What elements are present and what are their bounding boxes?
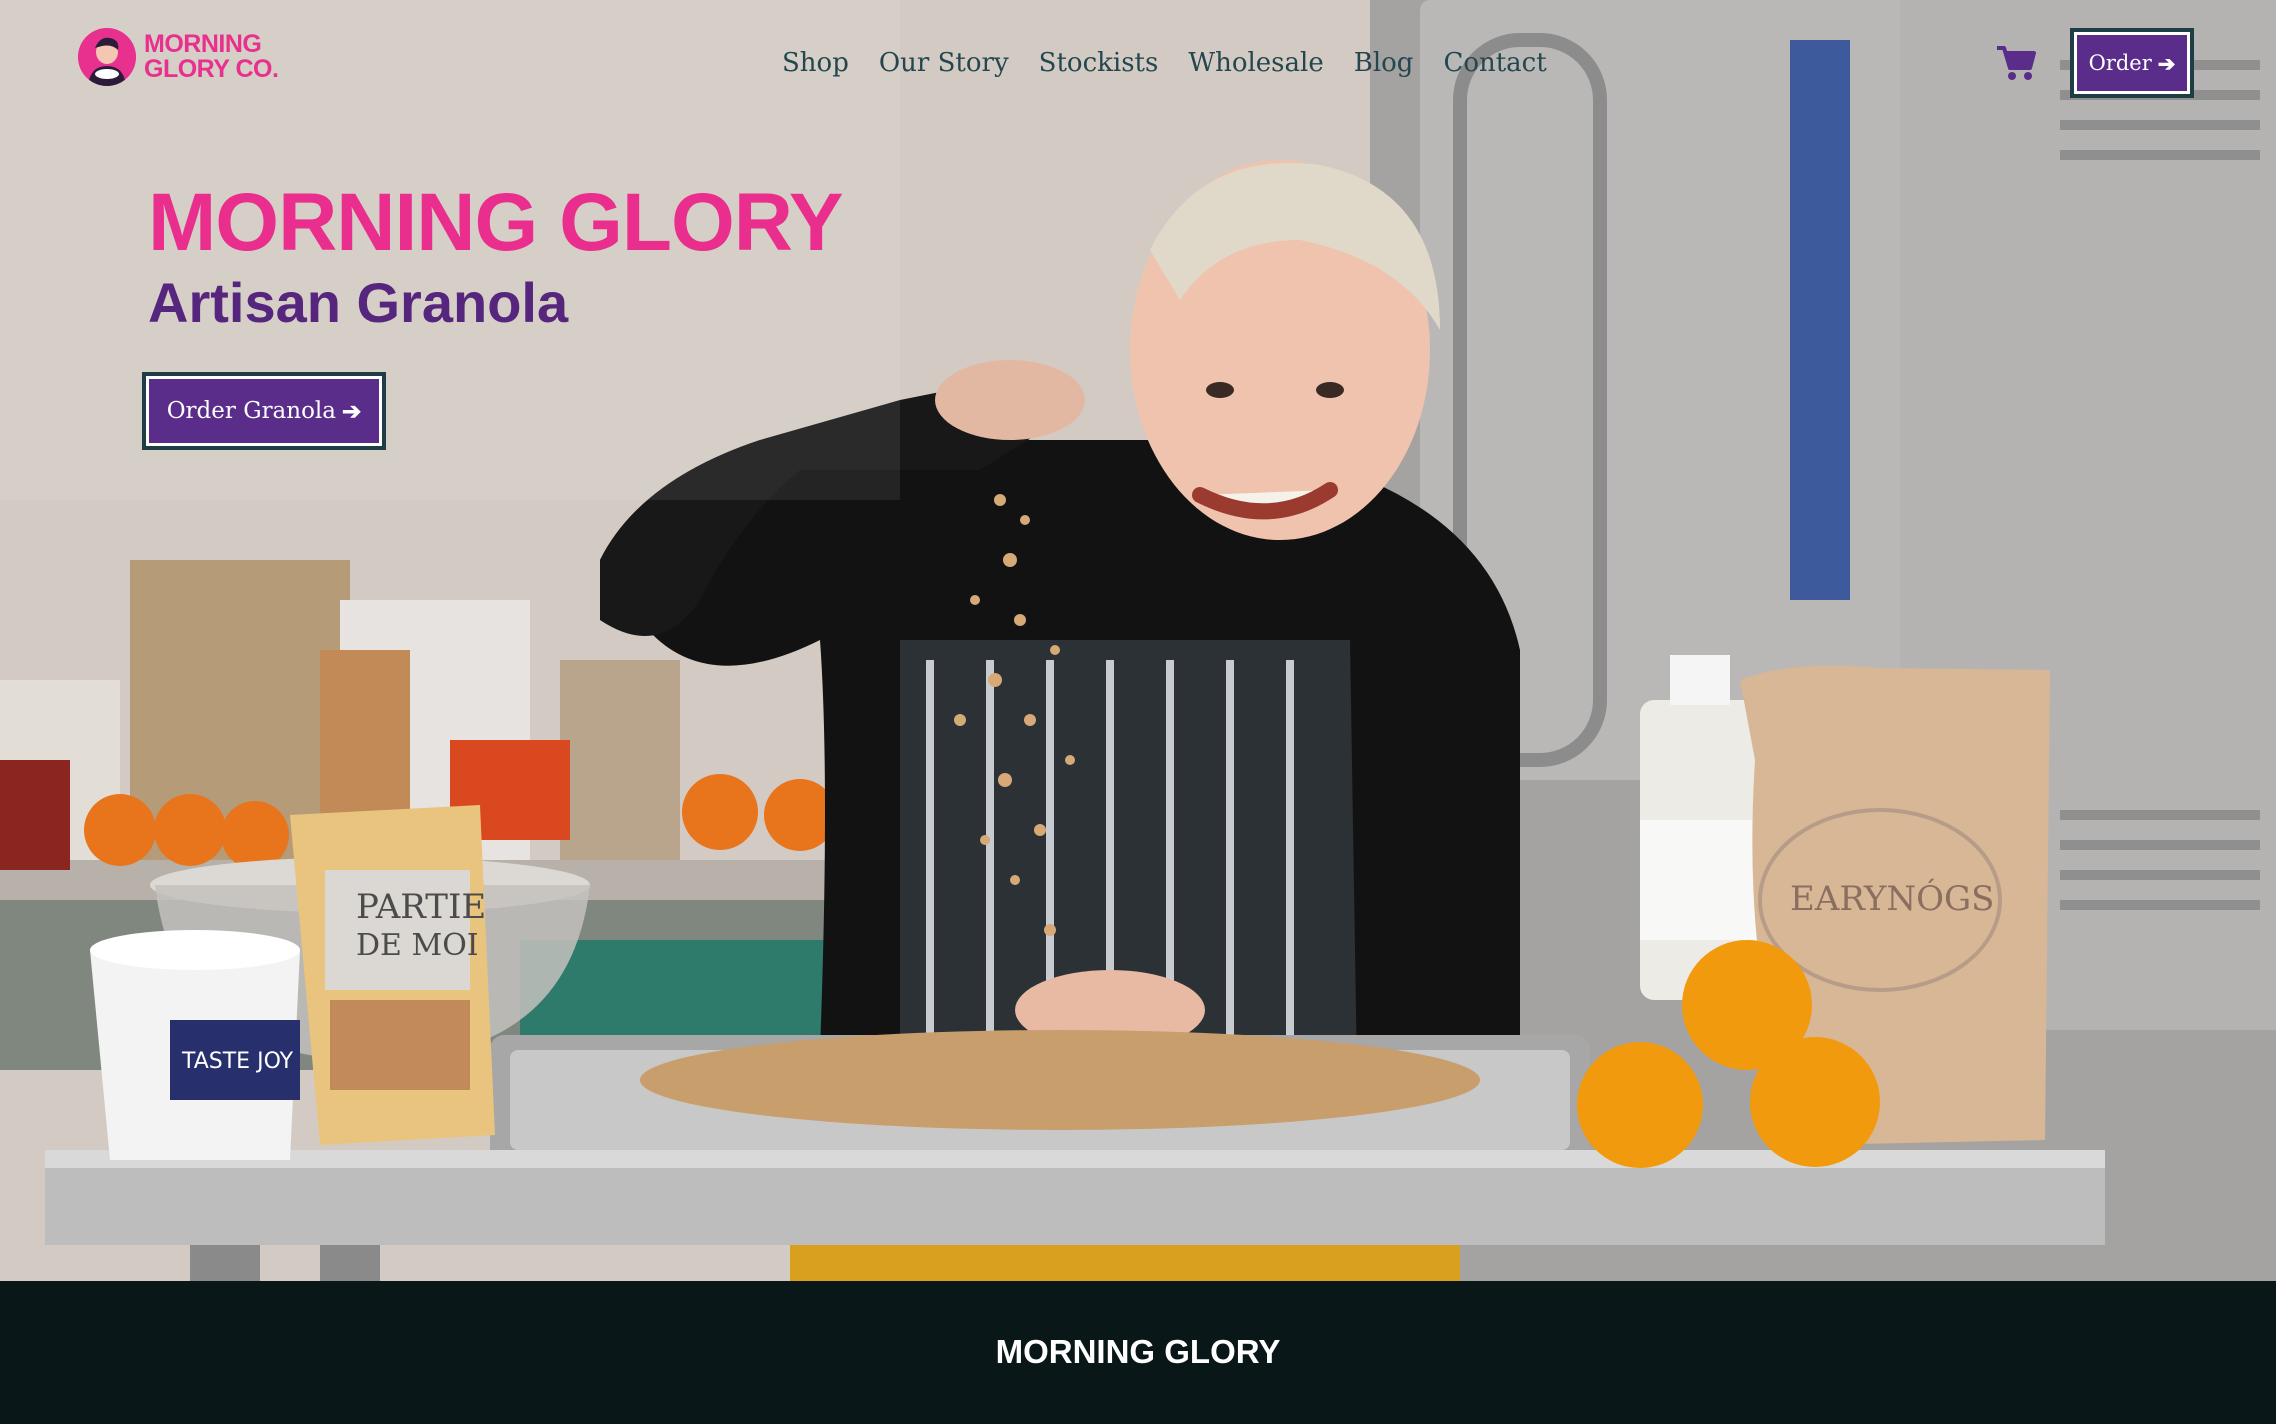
- order-granola-button[interactable]: Order Granola ➔: [142, 372, 386, 450]
- hero-section: PARTIE DE MOI EARYNÓGS TASTE JOY MORNING…: [0, 0, 2276, 1281]
- bag-label-de-moi: DE MOI: [356, 928, 479, 963]
- hero-title: MORNING GLORY: [148, 177, 844, 268]
- hero-subtitle: Artisan Granola: [148, 271, 569, 334]
- nav-contact[interactable]: Contact: [1443, 44, 1546, 82]
- logo-line2: GLORY CO.: [144, 55, 279, 83]
- bag-label-partie: PARTIE: [356, 887, 486, 927]
- nav-stockists[interactable]: Stockists: [1039, 44, 1159, 82]
- logo[interactable]: MORNING GLORY CO.: [78, 28, 279, 86]
- logo-line1: MORNING: [144, 30, 262, 58]
- nav-shop[interactable]: Shop: [782, 44, 849, 82]
- order-button-label: Order: [2088, 51, 2152, 75]
- order-granola-label: Order Granola: [166, 398, 337, 424]
- nav-our-story[interactable]: Our Story: [879, 44, 1009, 82]
- order-button[interactable]: Order ➔: [2070, 28, 2194, 98]
- arrow-right-icon: ➔: [2157, 50, 2176, 76]
- band-title: MORNING GLORY: [995, 1333, 1281, 1370]
- logo-badge-icon: [78, 28, 136, 86]
- bag-label-earynogs: EARYNÓGS: [1790, 878, 1994, 919]
- nav-blog[interactable]: Blog: [1354, 44, 1414, 82]
- intro-band: MORNING GLORY: [0, 1281, 2276, 1424]
- shopping-cart-icon[interactable]: [1996, 44, 2036, 82]
- arrow-right-icon: ➔: [342, 397, 362, 425]
- main-nav: Shop Our Story Stockists Wholesale Blog …: [782, 44, 1547, 82]
- tub-label: TASTE JOY: [181, 1049, 294, 1074]
- site-header: MORNING GLORY CO. Shop Our Story Stockis…: [0, 0, 2276, 130]
- nav-wholesale[interactable]: Wholesale: [1188, 44, 1323, 82]
- logo-text: MORNING GLORY CO.: [144, 30, 279, 83]
